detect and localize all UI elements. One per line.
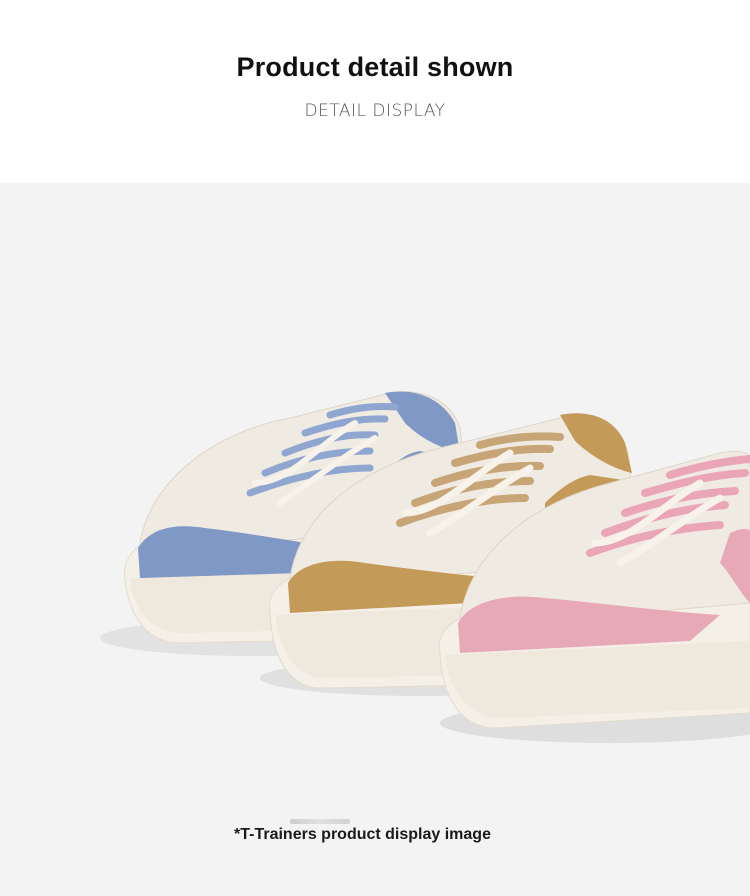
page-title: Product detail shown (236, 52, 514, 82)
blurred-logo (290, 819, 350, 824)
sneakers-illustration (100, 391, 750, 743)
section-header: Product detail shown DETAIL DISPLAY (0, 0, 750, 183)
image-caption: *T-Trainers product display image (234, 826, 491, 843)
product-photo (0, 183, 750, 896)
page-subtitle: DETAIL DISPLAY (304, 101, 446, 121)
